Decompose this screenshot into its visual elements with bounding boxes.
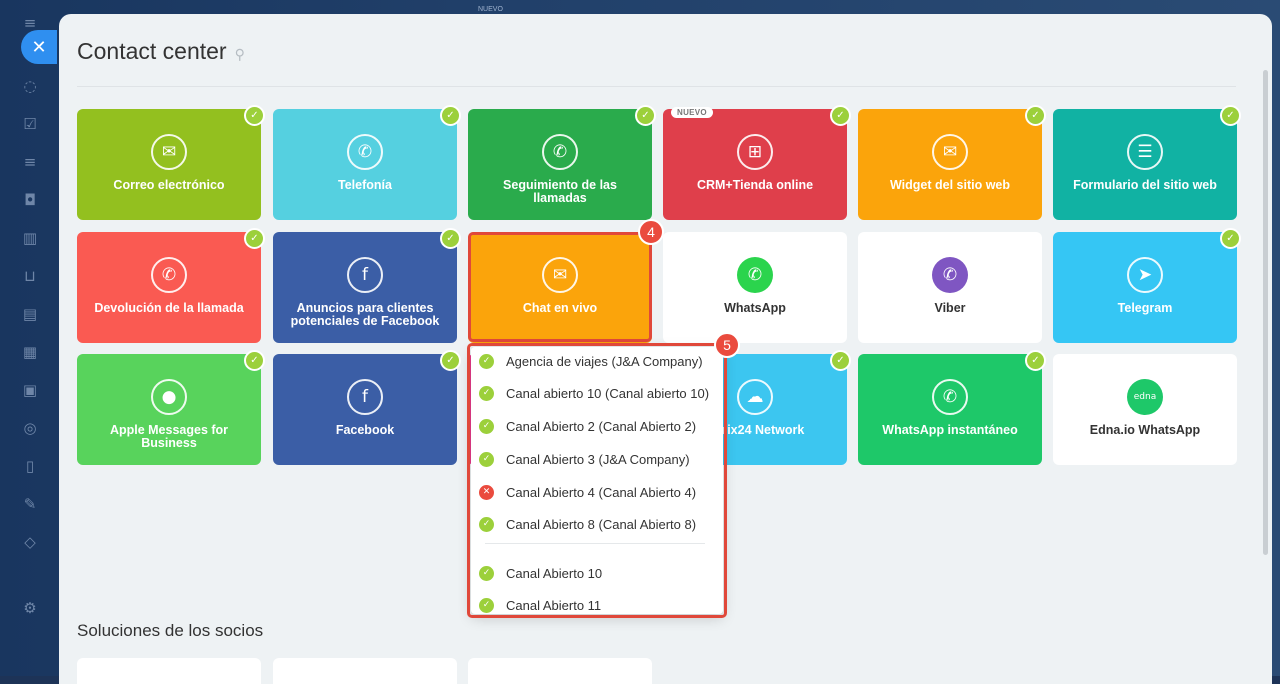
partner-card[interactable]	[273, 658, 457, 684]
channel-label: Telefonía	[338, 178, 392, 192]
channel-label: Devolución de la llamada	[94, 301, 244, 315]
channel-icon: ✉	[151, 134, 187, 170]
channel-icon: ✆	[932, 257, 968, 293]
title-divider	[77, 86, 1236, 87]
task-icon[interactable]: ☑	[21, 115, 39, 133]
channel-icon: ✆	[347, 134, 383, 170]
pin-icon[interactable]: ⚲	[235, 47, 245, 63]
channel-tile[interactable]: ⊞ CRM+Tienda online ✓ NUEVO	[663, 105, 851, 220]
channel-tile[interactable]: f Anuncios para clientes potenciales de F…	[273, 228, 461, 343]
connected-check-icon: ✓	[440, 228, 461, 249]
channel-icon: ⊞	[737, 134, 773, 170]
channel-label: Edna.io WhatsApp	[1089, 423, 1201, 437]
target-icon[interactable]: ◎	[21, 419, 39, 437]
robot-icon[interactable]: ◘	[21, 191, 39, 209]
page-title: Contact center ⚲	[77, 38, 245, 64]
channel-label: Facebook	[335, 423, 395, 437]
channel-tile[interactable]: edna Edna.io WhatsApp	[1053, 354, 1237, 465]
channel-label: WhatsApp instantáneo	[882, 423, 1018, 437]
chart-icon[interactable]: ▥	[21, 229, 39, 247]
new-badge: NUEVO	[671, 107, 713, 118]
filter-icon[interactable]: ≡	[21, 153, 39, 171]
channel-tile[interactable]: ✆ Seguimiento de las llamadas ✓	[468, 105, 656, 220]
channel-icon: ☁	[737, 379, 773, 415]
channel-tile[interactable]: ✆ Devolución de la llamada ✓	[77, 228, 265, 343]
channel-label: Viber	[934, 301, 966, 315]
channel-label: Widget del sitio web	[889, 178, 1011, 192]
channel-icon: ✆	[151, 257, 187, 293]
connected-check-icon: ✓	[440, 105, 461, 126]
channel-label: Seguimiento de las llamadas	[503, 178, 617, 205]
channel-tile[interactable]: ● Apple Messages for Business ✓	[77, 350, 265, 465]
connected-check-icon: ✓	[244, 228, 265, 249]
funnel-icon[interactable]: ◌	[21, 77, 39, 95]
partners-section-title: Soluciones de los socios	[77, 621, 264, 640]
connected-check-icon: ✓	[830, 105, 851, 126]
channel-label: Telegram	[1117, 301, 1173, 315]
dropdown-highlight-box	[467, 343, 727, 618]
connected-check-icon: ✓	[440, 350, 461, 371]
calendar-icon[interactable]: ▦	[21, 343, 39, 361]
channel-tile[interactable]: ✆ WhatsApp	[663, 232, 847, 343]
connected-check-icon: ✓	[1220, 228, 1241, 249]
channel-icon: edna	[1127, 379, 1163, 415]
channel-icon: ✆	[542, 134, 578, 170]
left-sidebar: ≡ ✕ ◌ ☑ ≡ ◘ ▥ ⊔ ▤ ▦ ▣ ◎ ▯ ✎ ◇ ⚙	[0, 0, 60, 676]
connected-check-icon: ✓	[1220, 105, 1241, 126]
channel-label: CRM+Tienda online	[696, 178, 814, 192]
channel-icon: ✆	[737, 257, 773, 293]
channel-tile[interactable]: ✉ Correo electrónico ✓	[77, 105, 265, 220]
scrollbar[interactable]	[1263, 70, 1268, 555]
box-icon[interactable]: ◇	[21, 533, 39, 551]
doc-icon[interactable]: ▯	[21, 457, 39, 475]
channel-icon: ☰	[1127, 134, 1163, 170]
channel-label: Anuncios para clientes potenciales de Fa…	[290, 301, 440, 328]
channel-tile[interactable]: ✆ WhatsApp instantáneo ✓	[858, 350, 1046, 465]
connected-check-icon: ✓	[244, 350, 265, 371]
connected-check-icon: ✓	[635, 105, 656, 126]
connected-check-icon: ✓	[244, 105, 265, 126]
channel-tile[interactable]: f Facebook ✓	[273, 350, 461, 465]
channel-tile[interactable]: ☰ Formulario del sitio web ✓	[1053, 105, 1241, 220]
channel-icon: ➤	[1127, 257, 1163, 293]
channel-tile[interactable]: ✉ Widget del sitio web ✓	[858, 105, 1046, 220]
channel-icon: ●	[151, 379, 187, 415]
partner-card[interactable]	[468, 658, 652, 684]
channel-icon: ✉	[932, 134, 968, 170]
partner-card[interactable]	[77, 658, 261, 684]
connected-check-icon: ✓	[1025, 105, 1046, 126]
channel-tile[interactable]: ➤ Telegram ✓	[1053, 228, 1241, 343]
chat-highlight-box	[468, 232, 652, 342]
channel-label: Apple Messages for Business	[109, 423, 229, 450]
step-5-marker: 5	[714, 332, 740, 358]
channel-icon: f	[347, 379, 383, 415]
channel-label: Formulario del sitio web	[1073, 178, 1217, 192]
connected-check-icon: ✓	[1025, 350, 1046, 371]
card-icon[interactable]: ▤	[21, 305, 39, 323]
close-icon: ✕	[31, 36, 47, 58]
top-nuevo-label: NUEVO	[478, 6, 503, 13]
channel-label: Correo electrónico	[113, 178, 225, 192]
contact-center-panel: Contact center ⚲ ✉ Correo electrónico ✓ ✆ Tel…	[59, 14, 1272, 684]
close-button[interactable]: ✕	[21, 30, 57, 64]
pen-icon[interactable]: ✎	[21, 495, 39, 513]
cart-icon[interactable]: ⊔	[21, 267, 39, 285]
building-icon[interactable]: ▣	[21, 381, 39, 399]
channel-tile[interactable]: ✆ Viber	[858, 232, 1042, 343]
channel-icon: ✆	[932, 379, 968, 415]
connected-check-icon: ✓	[830, 350, 851, 371]
channel-tile[interactable]: ✆ Telefonía ✓	[273, 105, 461, 220]
settings-icon[interactable]: ⚙	[21, 599, 39, 617]
channel-icon: f	[347, 257, 383, 293]
step-4-marker: 4	[638, 219, 664, 245]
channel-label: WhatsApp	[724, 301, 786, 315]
